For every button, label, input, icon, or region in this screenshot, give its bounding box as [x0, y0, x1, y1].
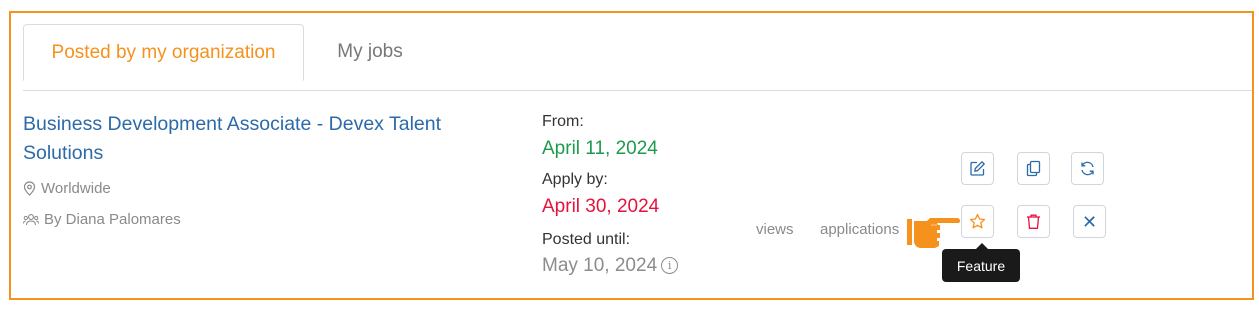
author-label: By Diana Palomares	[44, 211, 181, 228]
star-icon	[969, 213, 986, 229]
tab-my-jobs[interactable]: My jobs	[315, 24, 425, 80]
copy-icon	[1026, 160, 1041, 177]
feature-button[interactable]	[961, 205, 994, 238]
location-pin-icon	[23, 181, 36, 196]
refresh-button[interactable]	[1071, 152, 1104, 185]
users-icon	[23, 213, 39, 225]
posted-until-date-text: May 10, 2024	[542, 255, 658, 276]
trash-icon	[1027, 214, 1040, 229]
close-icon: ✕	[1081, 211, 1098, 232]
close-button[interactable]: ✕	[1073, 205, 1106, 238]
refresh-icon	[1081, 161, 1094, 176]
job-location: Worldwide	[23, 180, 111, 197]
posted-until-label: Posted until:	[542, 231, 631, 248]
pointing-hand-icon	[907, 218, 961, 248]
tab-bar: Posted by my organization My jobs	[23, 24, 1252, 91]
job-card-frame: Posted by my organization My jobs Busine…	[9, 11, 1254, 300]
job-author: By Diana Palomares	[23, 211, 181, 228]
info-icon[interactable]: i	[661, 257, 679, 274]
feature-tooltip: Feature	[942, 243, 1020, 282]
views-label: views	[756, 221, 794, 238]
location-label: Worldwide	[41, 180, 111, 197]
apply-by-date: April 30, 2024	[542, 196, 660, 217]
posted-until-date: May 10, 2024 i	[542, 255, 679, 277]
tab-posted-by-my-organization[interactable]: Posted by my organization	[23, 24, 304, 81]
delete-button[interactable]	[1017, 205, 1050, 238]
from-label: From:	[542, 113, 584, 130]
from-date: April 11, 2024	[542, 138, 658, 159]
copy-button[interactable]	[1017, 152, 1050, 185]
apply-by-label: Apply by:	[542, 171, 608, 188]
edit-button[interactable]	[961, 152, 994, 185]
applications-label: applications	[820, 221, 900, 238]
job-title-link[interactable]: Business Development Associate - Devex T…	[23, 110, 443, 168]
edit-icon	[970, 161, 985, 176]
